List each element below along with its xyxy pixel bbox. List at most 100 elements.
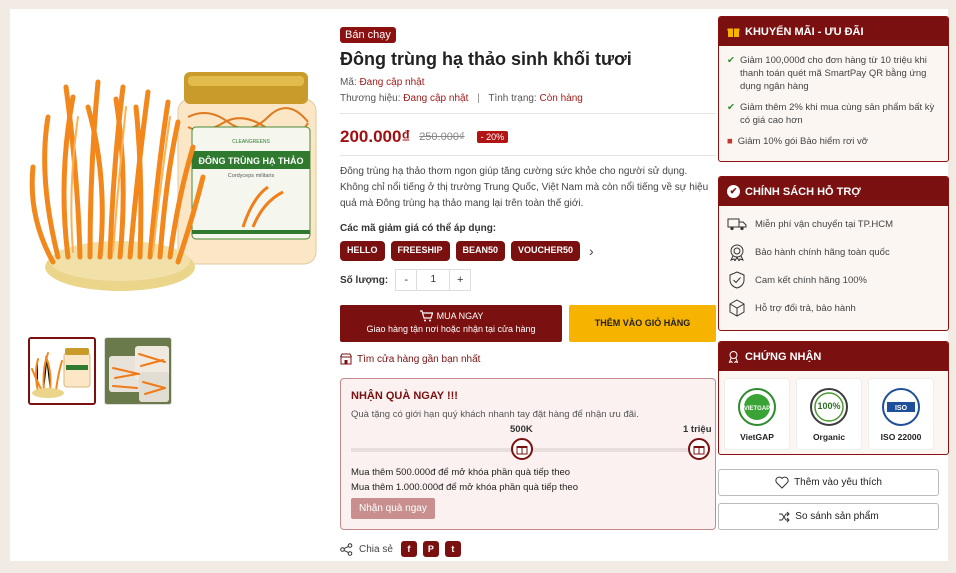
policy-panel: ✔ CHÍNH SÁCH HỖ TRỢ Miễn phí vận chuyển …: [718, 176, 949, 331]
shield-check-icon: [729, 271, 745, 289]
compare-button[interactable]: So sánh sản phẩm: [718, 503, 939, 530]
thumbnail-1-image: [30, 339, 94, 403]
wishlist-label: Thêm vào yêu thích: [794, 477, 882, 488]
warranty-icon: [730, 244, 744, 261]
policy-header: ✔ CHÍNH SÁCH HỖ TRỢ: [719, 177, 948, 206]
claim-gift-button[interactable]: Nhận quà ngay: [351, 498, 435, 519]
product-page: ĐÔNG TRÙNG HẠ THẢO Cordyceps militaris C…: [10, 9, 949, 561]
product-code-label: Mã:: [340, 77, 357, 88]
promo-header: KHUYẾN MÃI - ƯU ĐÃI: [719, 17, 948, 46]
compare-label: So sánh sản phẩm: [795, 511, 879, 522]
cert-header: CHỨNG NHẬN: [719, 342, 948, 371]
product-title: Đông trùng hạ thảo sinh khối tươi: [340, 49, 632, 69]
status-value: Còn hàng: [539, 93, 583, 104]
product-code-value: Đang cập nhật: [359, 77, 425, 88]
thumbnail-list: [28, 337, 172, 405]
gift-milestone-2-icon: [688, 438, 710, 460]
promo-title: KHUYẾN MÃI - ƯU ĐÃI: [745, 25, 864, 38]
coupon-hello[interactable]: HELLO: [340, 241, 385, 261]
bestseller-badge: Bán chạy: [340, 27, 396, 43]
quantity-label: Số lượng:: [340, 274, 389, 286]
pinterest-icon[interactable]: P: [422, 541, 439, 557]
old-price: 250.000₫: [419, 131, 465, 143]
product-main-image[interactable]: ĐÔNG TRÙNG HẠ THẢO Cordyceps militaris C…: [28, 27, 328, 327]
quantity-minus-button[interactable]: -: [395, 269, 418, 291]
promo-panel: KHUYẾN MÃI - ƯU ĐÃI ✔ Giảm 100,000đ cho …: [718, 16, 949, 162]
share-row: Chia sẻ f P t: [340, 541, 716, 557]
cart-icon: [419, 310, 433, 322]
thumbnail-2-image: [105, 338, 171, 404]
quantity-plus-button[interactable]: +: [449, 269, 472, 291]
find-store-link[interactable]: Tìm cửa hàng gần bạn nhất: [340, 353, 716, 365]
jar-label: ĐÔNG TRÙNG HẠ THẢO: [199, 155, 304, 166]
coupon-bean50[interactable]: BEAN50: [455, 241, 506, 261]
buy-now-button[interactable]: MUA NGAY Giao hàng tận nơi hoặc nhận tại…: [340, 305, 562, 342]
product-meta-row: Thương hiệu: Đang cập nhật | Tình trạng:…: [340, 93, 716, 104]
policy-text-3: Cam kết chính hãng 100%: [755, 274, 867, 286]
promo-text-3: Giảm 10% gói Bảo hiểm rơi vỡ: [737, 136, 868, 147]
brand-value[interactable]: Đang cập nhật: [403, 93, 468, 104]
coupon-voucher50[interactable]: VOUCHER50: [511, 241, 581, 261]
status-label: Tình trạng:: [488, 93, 537, 104]
discount-badge: - 20%: [476, 131, 509, 143]
cert-name-iso: ISO 22000: [880, 431, 922, 442]
add-to-cart-button[interactable]: THÊM VÀO GIỎ HÀNG: [569, 305, 716, 342]
gift-title: NHẬN QUÀ NGAY !!!: [351, 390, 458, 402]
chevron-right-icon[interactable]: ›: [589, 243, 594, 259]
wishlist-button[interactable]: Thêm vào yêu thích: [718, 469, 939, 496]
cert-title: CHỨNG NHẬN: [745, 350, 822, 363]
check-icon: ✔: [727, 55, 735, 66]
cordyceps-image: ĐÔNG TRÙNG HẠ THẢO Cordyceps militaris C…: [29, 72, 317, 291]
iso-logo: ISO: [882, 387, 920, 426]
promo-item-1: ✔ Giảm 100,000đ cho đơn hàng từ 10 triệu…: [719, 54, 948, 93]
policy-item-3: Cam kết chính hãng 100%: [719, 266, 948, 294]
cert-name-vietgap: VietGAP: [740, 431, 774, 442]
gift-box: NHẬN QUÀ NGAY !!! Quà tặng có giới hạn q…: [340, 378, 716, 530]
iso-logo-text: ISO: [895, 405, 908, 412]
cert-iso: ISO ISO 22000: [869, 379, 933, 449]
badge-icon: [728, 351, 739, 363]
coupon-title: Các mã giảm giá có thể áp dụng:: [340, 223, 497, 234]
coupon-freeship[interactable]: FREESHIP: [390, 241, 450, 261]
store-icon: [340, 353, 352, 365]
vietgap-logo-text: VIETGAP: [744, 406, 770, 412]
jar-sub: Cordyceps militaris: [228, 173, 275, 179]
promo-text-2: Giảm thêm 2% khi mua cùng sản phẩm bất k…: [739, 102, 935, 126]
gift-line-2: Mua thêm 1.000.000đ để mở khóa phần quà …: [351, 482, 579, 493]
promo-item-2: ✔ Giảm thêm 2% khi mua cùng sản phẩm bất…: [719, 101, 948, 127]
gift-milestone-1-icon: [511, 438, 533, 460]
cert-organic: 100% Organic: [797, 379, 861, 449]
policy-item-1: Miễn phí vận chuyển tại TP.HCM: [719, 210, 948, 238]
cert-vietgap: VIETGAP VietGAP: [725, 379, 789, 449]
brand-label: Thương hiệu:: [340, 93, 401, 104]
thumbnail-2[interactable]: [104, 337, 172, 405]
heart-icon: [775, 476, 789, 489]
promo-item-3: ■ Giảm 10% gói Bảo hiểm rơi vỡ: [719, 135, 948, 148]
milestone-500k-label: 500K: [510, 424, 533, 435]
thumbnail-1[interactable]: [28, 337, 96, 405]
policy-text-2: Bảo hành chính hãng toàn quốc: [755, 246, 890, 258]
jar-brand: CLEANGREENS: [232, 139, 270, 145]
policy-item-4: Hỗ trợ đổi trả, bảo hành: [719, 294, 948, 322]
facebook-icon[interactable]: f: [400, 541, 417, 557]
truck-icon: [727, 218, 747, 231]
check-circle-icon: ✔: [727, 185, 740, 198]
return-box-icon: [729, 299, 745, 317]
twitter-icon[interactable]: t: [444, 541, 461, 557]
organic-logo-text: 100%: [817, 401, 840, 411]
organic-logo: 100%: [810, 387, 848, 426]
gift-line-1: Mua thêm 500.000đ để mở khóa phần quà ti…: [351, 467, 571, 478]
milestone-1m-label: 1 triệu: [683, 424, 712, 435]
policy-title: CHÍNH SÁCH HỖ TRỢ: [745, 185, 861, 198]
cert-name-organic: Organic: [812, 431, 846, 442]
check-icon: ✔: [727, 102, 735, 113]
product-code: Mã: Đang cập nhật: [340, 77, 716, 88]
policy-text-4: Hỗ trợ đổi trả, bảo hành: [755, 302, 856, 314]
quantity-input[interactable]: 1: [417, 269, 450, 291]
gift-small-icon: ■: [727, 136, 733, 147]
cert-panel: CHỨNG NHẬN VIETGAP VietGAP 100% Organic …: [718, 341, 949, 455]
quantity-row: Số lượng: - 1 +: [340, 269, 716, 291]
price-row: 200.000₫ 250.000₫ - 20%: [340, 127, 716, 147]
buy-now-sub: Giao hàng tận nơi hoặc nhận tại cửa hàng: [366, 324, 536, 334]
divider-2: [340, 155, 716, 156]
